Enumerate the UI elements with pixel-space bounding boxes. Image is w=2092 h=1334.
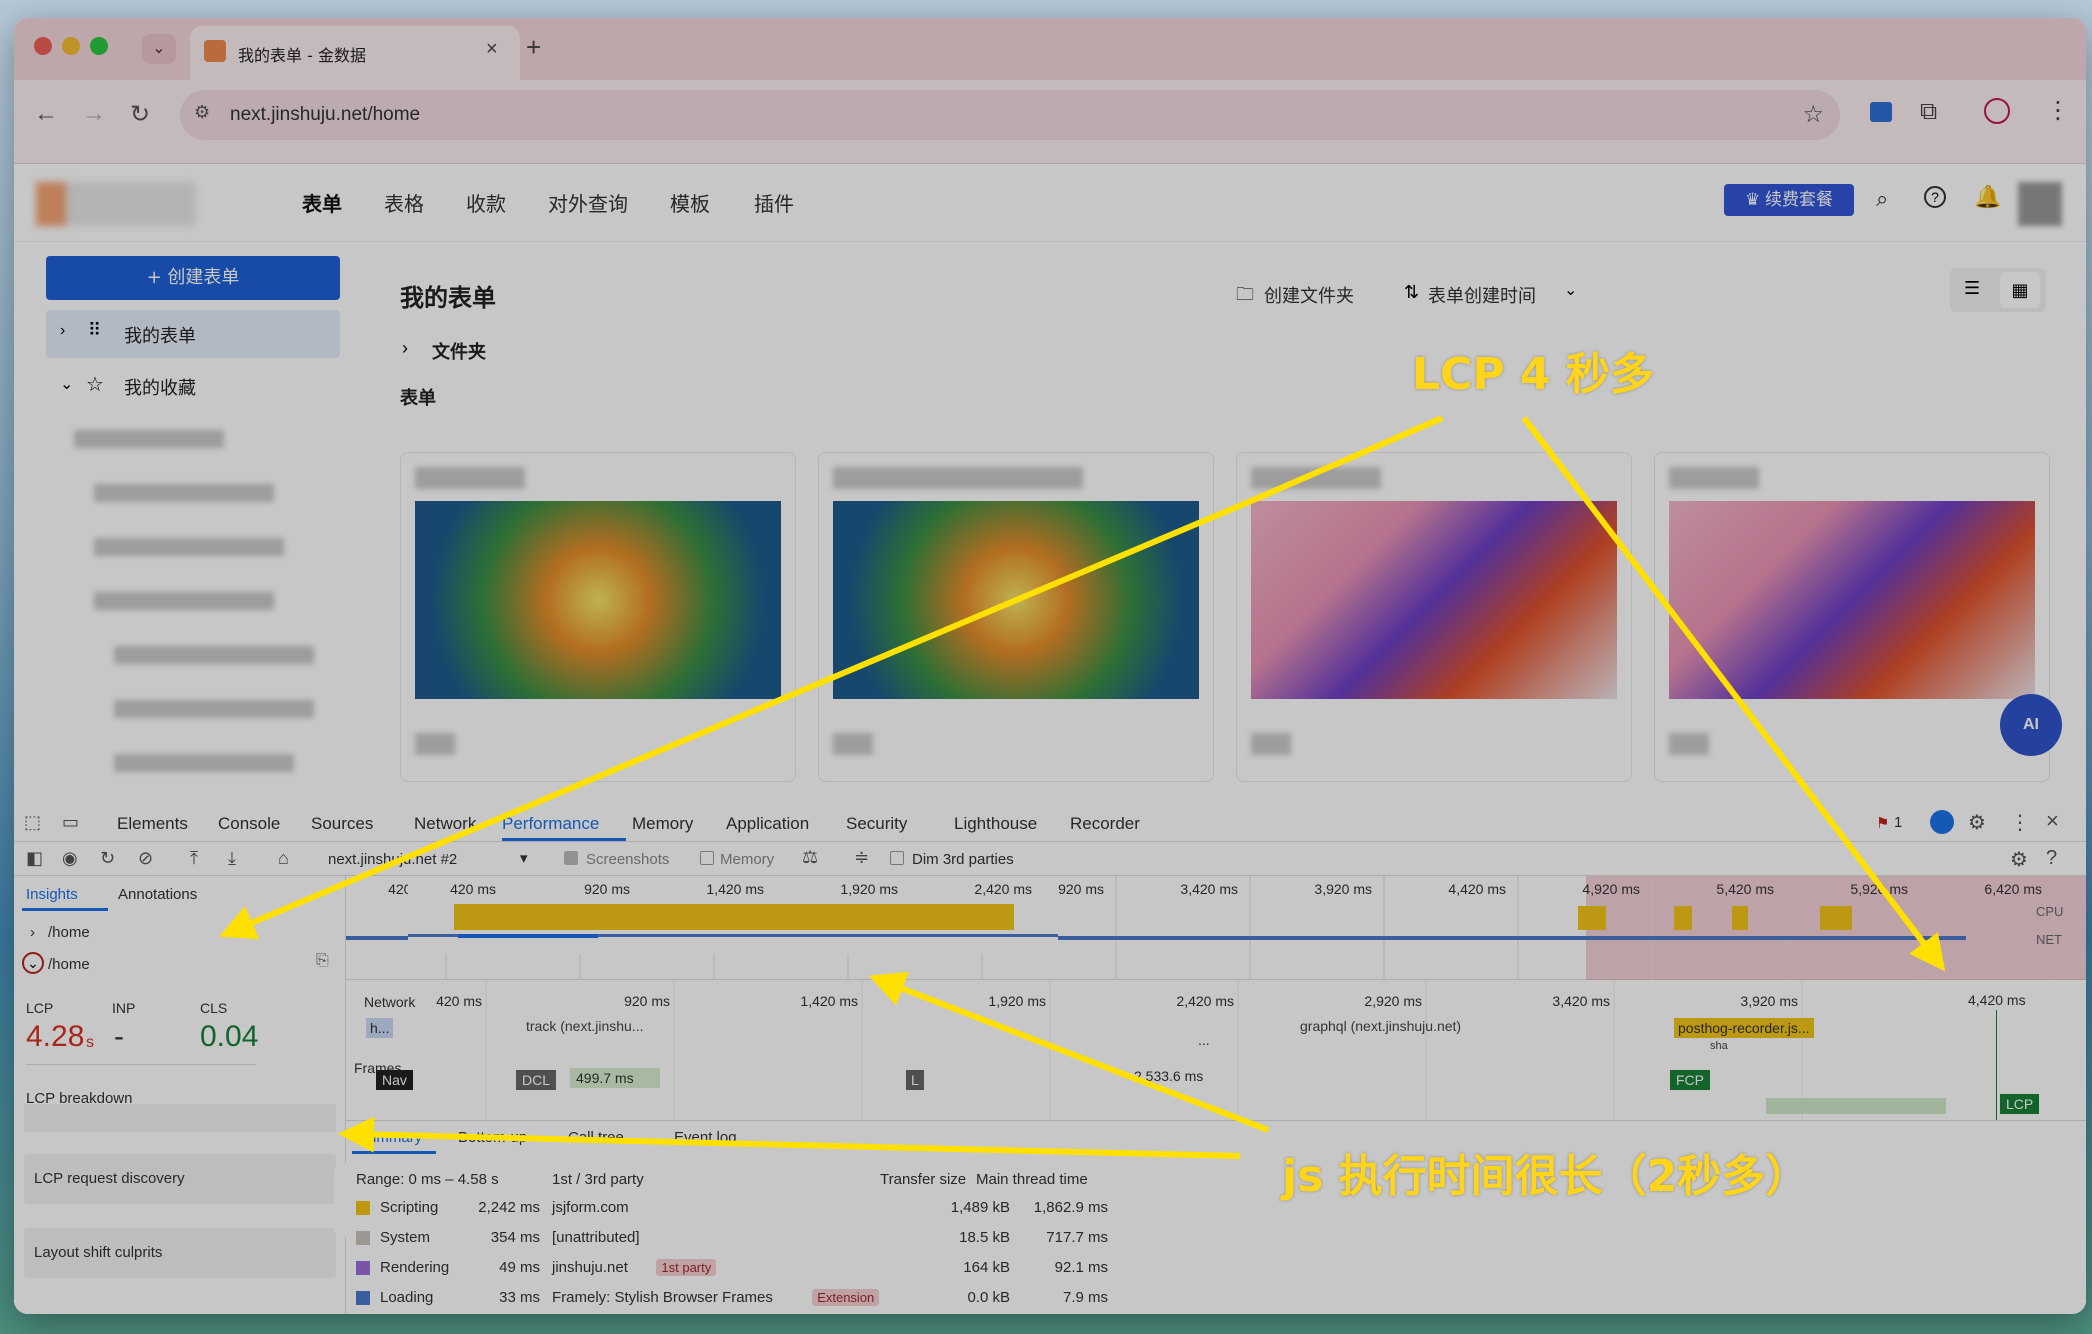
arrow-to-scripting — [868, 971, 1270, 1133]
arrow-to-lcp-marker — [1521, 416, 1946, 972]
annotation-layer — [218, 415, 1946, 1159]
arrow-to-summary — [338, 1116, 1241, 1159]
js-annotation: js 执行时间很长（2秒多） — [1282, 1151, 1810, 1202]
arrow-to-lcp-metric — [218, 415, 1444, 940]
lcp-annotation: LCP 4 秒多 — [1412, 349, 1654, 400]
